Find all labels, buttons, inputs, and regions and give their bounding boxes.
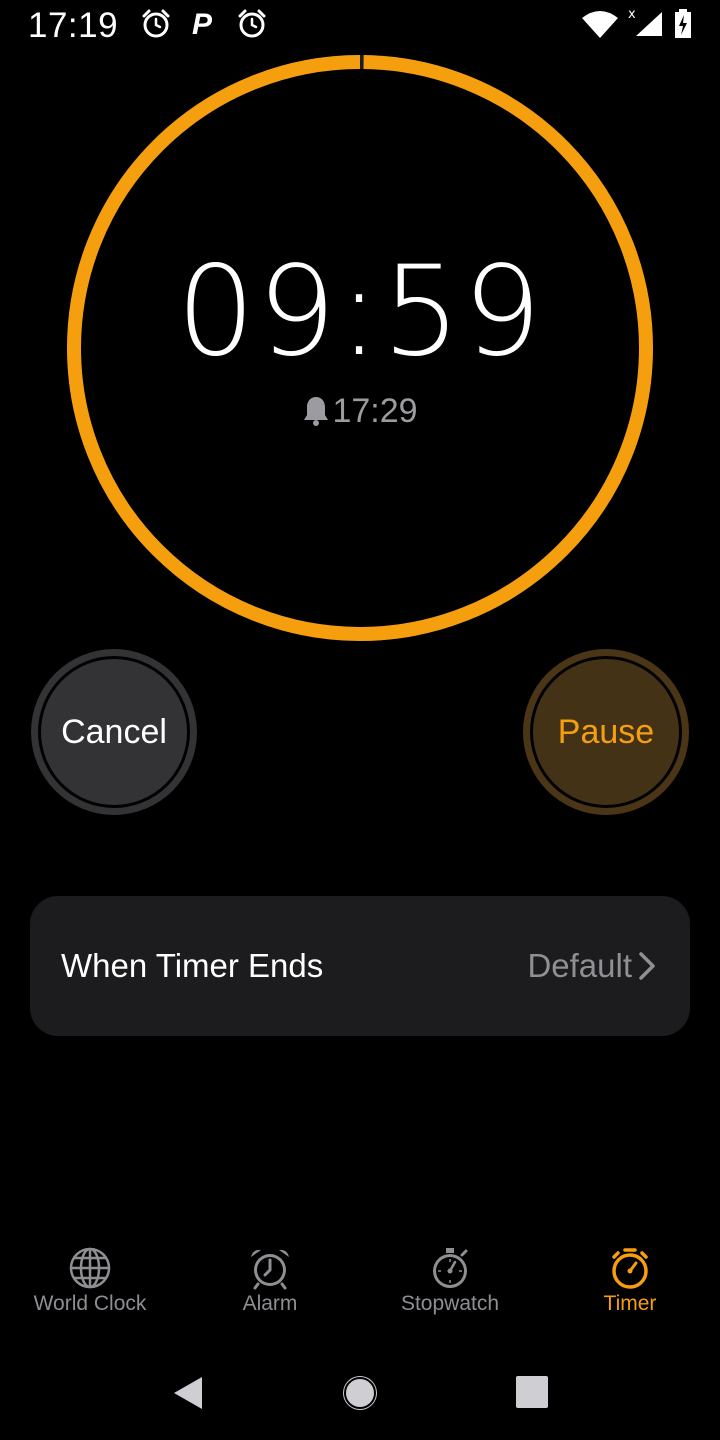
globe-icon <box>69 1247 111 1289</box>
wifi-icon <box>582 10 618 38</box>
end-time-label: 17:29 <box>332 392 418 430</box>
when-timer-ends-row[interactable]: When Timer Ends Default <box>30 896 690 1036</box>
svg-text:x: x <box>628 7 636 22</box>
tab-stopwatch[interactable]: Stopwatch <box>360 1240 540 1316</box>
tab-bar: World Clock Alarm Stopwatch Timer <box>0 1240 720 1330</box>
when-timer-ends-label: When Timer Ends <box>61 947 324 984</box>
tab-label-stopwatch: Stopwatch <box>400 1292 500 1315</box>
pause-button[interactable]: Pause <box>523 649 689 815</box>
tab-label-world-clock: World Clock <box>33 1292 147 1315</box>
battery-charging-icon <box>674 9 692 39</box>
status-bar: 17:19 P x <box>0 0 720 50</box>
tab-alarm[interactable]: Alarm <box>180 1240 360 1316</box>
tab-timer[interactable]: Timer <box>540 1240 720 1316</box>
p-icon: P <box>192 8 213 41</box>
status-time: 17:19 <box>28 6 119 45</box>
cancel-label: Cancel <box>61 712 167 751</box>
sound-value: Default <box>527 947 632 984</box>
tab-label-alarm: Alarm <box>242 1292 298 1315</box>
signal-icon: x <box>628 6 664 38</box>
when-timer-ends-value: Default <box>527 947 656 985</box>
recents-icon[interactable] <box>516 1376 548 1413</box>
alarm-clock-icon <box>140 8 172 40</box>
pause-label: Pause <box>557 712 655 751</box>
home-icon[interactable] <box>340 1374 380 1419</box>
back-icon[interactable] <box>170 1374 204 1417</box>
timer-remaining: 09:59 <box>176 240 544 384</box>
tab-world-clock[interactable]: World Clock <box>0 1240 180 1316</box>
stopwatch-icon <box>433 1248 468 1288</box>
alarm-clock-icon <box>251 1249 289 1290</box>
timer-icon <box>612 1248 648 1289</box>
bell-icon <box>302 394 330 435</box>
alarm-clock-icon <box>236 8 268 40</box>
tab-label-timer: Timer <box>603 1292 657 1315</box>
timer-end-time: 17:29 <box>0 392 720 435</box>
cancel-button[interactable]: Cancel <box>31 649 197 815</box>
chevron-right-icon <box>639 952 655 980</box>
system-nav-bar <box>0 1360 720 1440</box>
